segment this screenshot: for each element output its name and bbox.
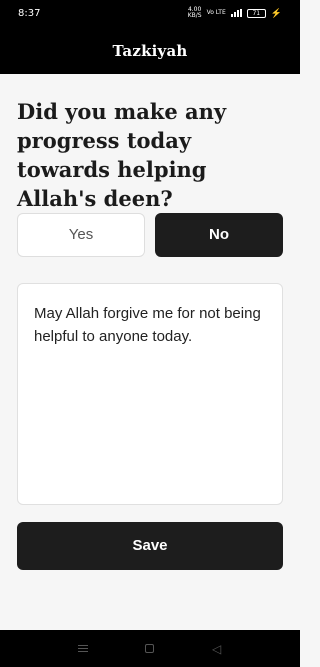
no-button[interactable]: No bbox=[155, 213, 283, 257]
home-icon bbox=[145, 644, 155, 653]
system-nav-bar: ◁ bbox=[0, 630, 300, 667]
nav-menu-button[interactable] bbox=[73, 645, 93, 652]
question-heading: Did you make any progress today towards … bbox=[17, 99, 227, 211]
status-time: 8:37 bbox=[18, 8, 41, 19]
network-speed: 4.00 KB/S bbox=[188, 7, 202, 19]
network-speed-unit: KB/S bbox=[187, 12, 202, 19]
battery-level: 71 bbox=[252, 9, 261, 17]
note-text: May Allah forgive me for not being helpf… bbox=[34, 305, 261, 345]
yes-button[interactable]: Yes bbox=[17, 213, 145, 257]
note-textarea[interactable]: May Allah forgive me for not being helpf… bbox=[17, 283, 283, 505]
volte-indicator: Vo LTE bbox=[206, 9, 226, 16]
save-button[interactable]: Save bbox=[17, 522, 283, 570]
menu-icon bbox=[73, 645, 93, 652]
app-header: Tazkiyah bbox=[0, 28, 300, 74]
back-icon: ◁ bbox=[212, 641, 222, 656]
signal-icon bbox=[230, 9, 242, 17]
app-title: Tazkiyah bbox=[112, 42, 188, 60]
status-bar: 8:37 4.00 KB/S Vo LTE 71 ⚡ bbox=[0, 0, 300, 28]
nav-back-button[interactable]: ◁ bbox=[207, 642, 227, 656]
charging-icon: ⚡ bbox=[270, 7, 282, 18]
status-icons: 4.00 KB/S Vo LTE 71 ⚡ bbox=[188, 7, 282, 19]
battery-icon: 71 bbox=[246, 8, 266, 18]
nav-home-button[interactable] bbox=[140, 644, 160, 653]
